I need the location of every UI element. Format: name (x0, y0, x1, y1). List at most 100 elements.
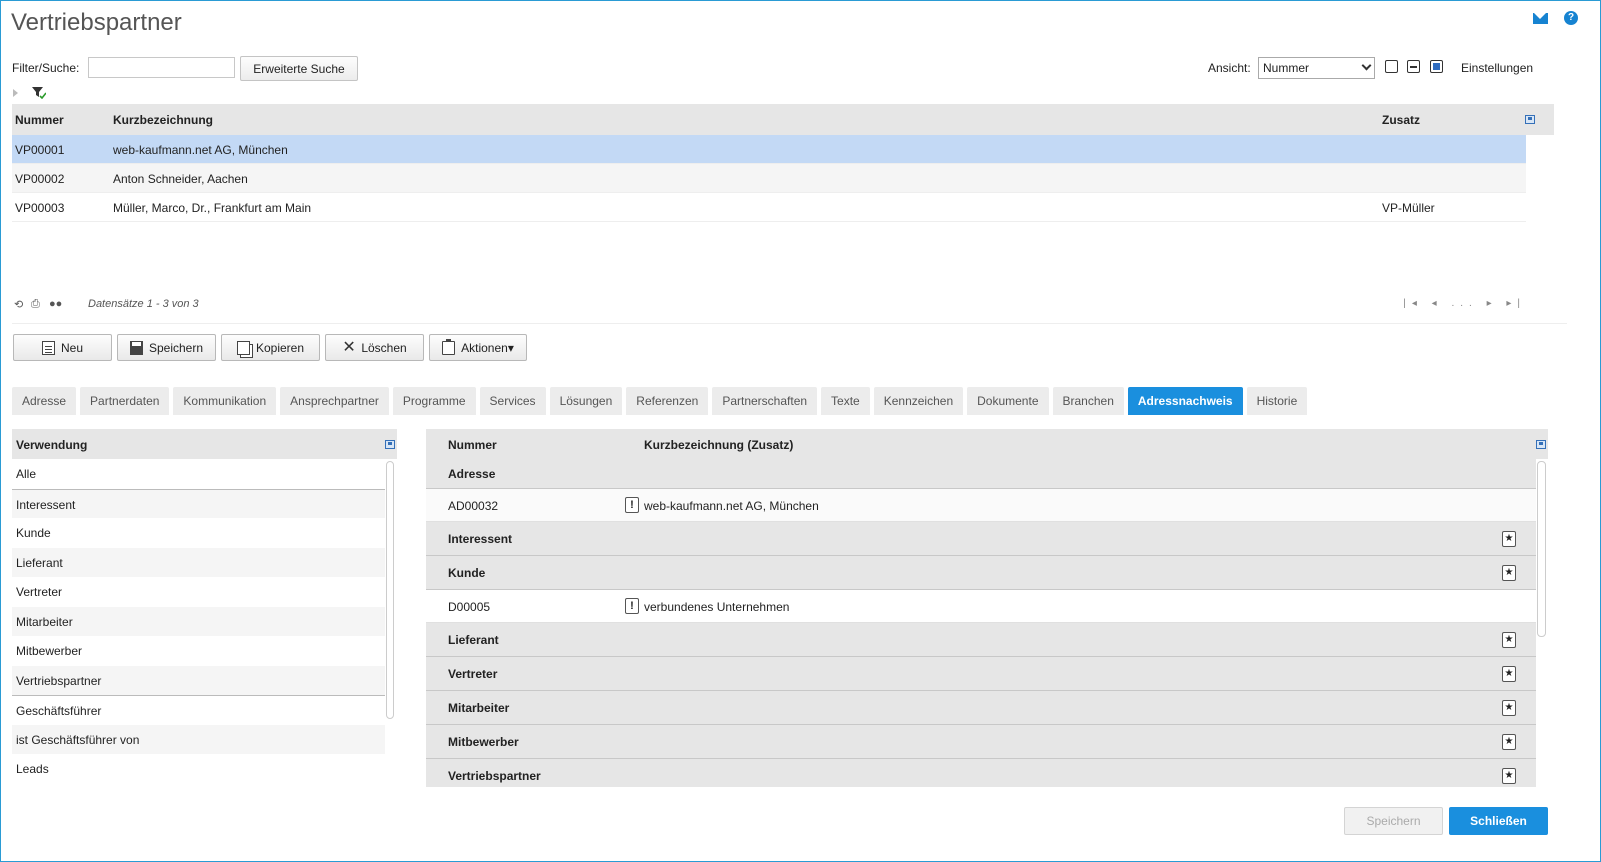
star-icon[interactable]: ★ (1502, 565, 1516, 581)
extended-search-button[interactable]: Erweiterte Suche (240, 56, 358, 81)
list-item[interactable]: Interessent (12, 488, 385, 518)
table-row[interactable]: D00005 ! verbundenes Unternehmen (426, 590, 1536, 623)
settings-link[interactable]: Einstellungen (1461, 61, 1533, 75)
column-header-zusatz[interactable]: Zusatz (1382, 113, 1420, 127)
star-icon[interactable]: ★ (1502, 632, 1516, 648)
table-row[interactable]: VP00003 Müller, Marco, Dr., Frankfurt am… (12, 193, 1526, 222)
close-dialog-button[interactable]: Schließen (1449, 807, 1548, 835)
view-split-icon[interactable] (1407, 60, 1420, 73)
delete-button-label: Löschen (361, 340, 407, 355)
tab-partnerdaten[interactable]: Partnerdaten (80, 387, 170, 415)
view-select[interactable]: Nummer (1258, 57, 1375, 79)
star-icon[interactable]: ★ (1502, 666, 1516, 682)
table-row[interactable]: AD00032 ! web-kaufmann.net AG, München (426, 489, 1536, 522)
proof-scrollbar[interactable] (1537, 461, 1546, 637)
list-item[interactable]: Lieferant (12, 547, 385, 577)
tab-ansprechpartner[interactable]: Ansprechpartner (280, 387, 389, 415)
filter-search-input[interactable] (88, 57, 235, 78)
group-label: Adresse (448, 467, 496, 481)
proof-header: Nummer Kurzbezeichnung (Zusatz) (426, 429, 1548, 459)
actions-button[interactable]: Aktionen▾ (429, 334, 527, 361)
tab-dokumente[interactable]: Dokumente (967, 387, 1049, 415)
list-item[interactable]: Kunde (12, 518, 385, 548)
column-chooser-icon[interactable] (385, 440, 395, 449)
list-item[interactable]: Vertriebspartner (12, 665, 385, 695)
group-vertreter: Vertreter ★ (426, 657, 1536, 691)
list-item[interactable]: Geschäftsführer (12, 695, 385, 725)
star-icon[interactable]: ★ (1502, 734, 1516, 750)
proof-col-nummer[interactable]: Nummer (448, 438, 497, 452)
copy-button[interactable]: Kopieren (221, 334, 320, 361)
list-item-label: Interessent (16, 497, 76, 512)
table-row[interactable]: VP00001 web-kaufmann.net AG, München (12, 135, 1526, 164)
list-item[interactable]: Alle (12, 459, 385, 489)
tab-adressnachweis[interactable]: Adressnachweis (1127, 387, 1243, 415)
group-adresse: Adresse (426, 459, 1536, 489)
tab-kennzeichen[interactable]: Kennzeichen (873, 387, 964, 415)
tab-referenzen[interactable]: Referenzen (626, 387, 709, 415)
tab-adresse[interactable]: Adresse (12, 387, 77, 415)
cell-nummer: VP00002 (15, 172, 65, 186)
cell-kurzbezeichnung: Müller, Marco, Dr., Frankfurt am Main (113, 201, 312, 215)
list-item[interactable]: ist Geschäftsführer von (12, 724, 385, 754)
group-lieferant: Lieferant ★ (426, 623, 1536, 657)
tab-partnerschaften[interactable]: Partnerschaften (712, 387, 818, 415)
help-chat-icon[interactable]: ? (1564, 11, 1578, 25)
usage-list-header: Verwendung (12, 429, 397, 459)
refresh-icon[interactable]: ⟲ (14, 298, 23, 311)
list-item[interactable]: Leads (12, 754, 385, 784)
usage-header-label: Verwendung (16, 438, 88, 452)
star-icon[interactable]: ★ (1502, 531, 1516, 547)
star-icon[interactable]: ★ (1502, 768, 1516, 784)
tab-programme[interactable]: Programme (392, 387, 476, 415)
save-button[interactable]: Speichern (117, 334, 216, 361)
list-item[interactable]: Vertreter (12, 577, 385, 607)
usage-scrollbar[interactable] (386, 461, 394, 719)
list-item-label: Vertriebspartner (16, 673, 102, 688)
tab-branchen[interactable]: Branchen (1052, 387, 1124, 415)
list-item-label: Vertreter (16, 585, 63, 599)
list-item-label: Mitbewerber (16, 644, 83, 658)
tab-kommunikation[interactable]: Kommunikation (173, 387, 277, 415)
expand-arrow-icon[interactable] (13, 89, 18, 97)
proof-text: web-kaufmann.net AG, München (644, 499, 819, 513)
tab-texte[interactable]: Texte (821, 387, 870, 415)
mail-icon[interactable] (1533, 13, 1548, 24)
column-header-nummer[interactable]: Nummer (15, 113, 64, 127)
view-full-icon[interactable] (1430, 60, 1443, 73)
pager[interactable]: |◂ ◂ ... ▸ ▸| (1403, 298, 1526, 309)
delete-button[interactable]: ✕ Löschen (325, 334, 424, 361)
group-mitbewerber: Mitbewerber ★ (426, 725, 1536, 759)
column-chooser-icon[interactable] (1525, 115, 1535, 124)
column-header-kurzbezeichnung[interactable]: Kurzbezeichnung (113, 113, 213, 127)
view-compact-icon[interactable] (1385, 60, 1398, 73)
star-icon[interactable]: ★ (1502, 700, 1516, 716)
list-item[interactable]: Mitbewerber (12, 636, 385, 666)
tab-services[interactable]: Services (479, 387, 546, 415)
list-item-label: ist Geschäftsführer von (16, 732, 140, 747)
warning-icon[interactable]: ! (625, 598, 639, 614)
new-button[interactable]: Neu (13, 334, 112, 361)
save-disk-icon (129, 340, 143, 355)
filter-check-icon[interactable] (32, 87, 46, 99)
tab-historie[interactable]: Historie (1246, 387, 1308, 415)
address-proof-panel: Nummer Kurzbezeichnung (Zusatz) Adresse … (426, 429, 1548, 787)
toggle-icon[interactable]: ●● (49, 298, 62, 310)
table-row[interactable]: VP00002 Anton Schneider, Aachen (12, 164, 1526, 193)
list-item[interactable]: Mitarbeiter (12, 606, 385, 636)
proof-col-kurzbezeichnung[interactable]: Kurzbezeichnung (Zusatz) (644, 438, 793, 452)
proof-nummer: D00005 (448, 600, 491, 614)
view-label: Ansicht: (1208, 61, 1251, 75)
save-dialog-button[interactable]: Speichern (1344, 807, 1443, 835)
tab-loesungen[interactable]: Lösungen (549, 387, 623, 415)
print-icon[interactable]: ⎙ (31, 298, 40, 311)
main-window: Vertriebspartner ? Filter/Suche: Erweite… (0, 0, 1601, 862)
close-x-icon: ✕ (342, 338, 356, 356)
list-item-label: Kunde (16, 526, 51, 540)
column-chooser-icon[interactable] (1536, 440, 1546, 449)
group-label: Lieferant (448, 633, 499, 647)
warning-icon[interactable]: ! (625, 497, 639, 513)
group-vertriebspartner: Vertriebspartner ★ (426, 759, 1536, 787)
grid-header: Nummer Kurzbezeichnung Zusatz (12, 104, 1554, 135)
page-title: Vertriebspartner (11, 9, 182, 36)
